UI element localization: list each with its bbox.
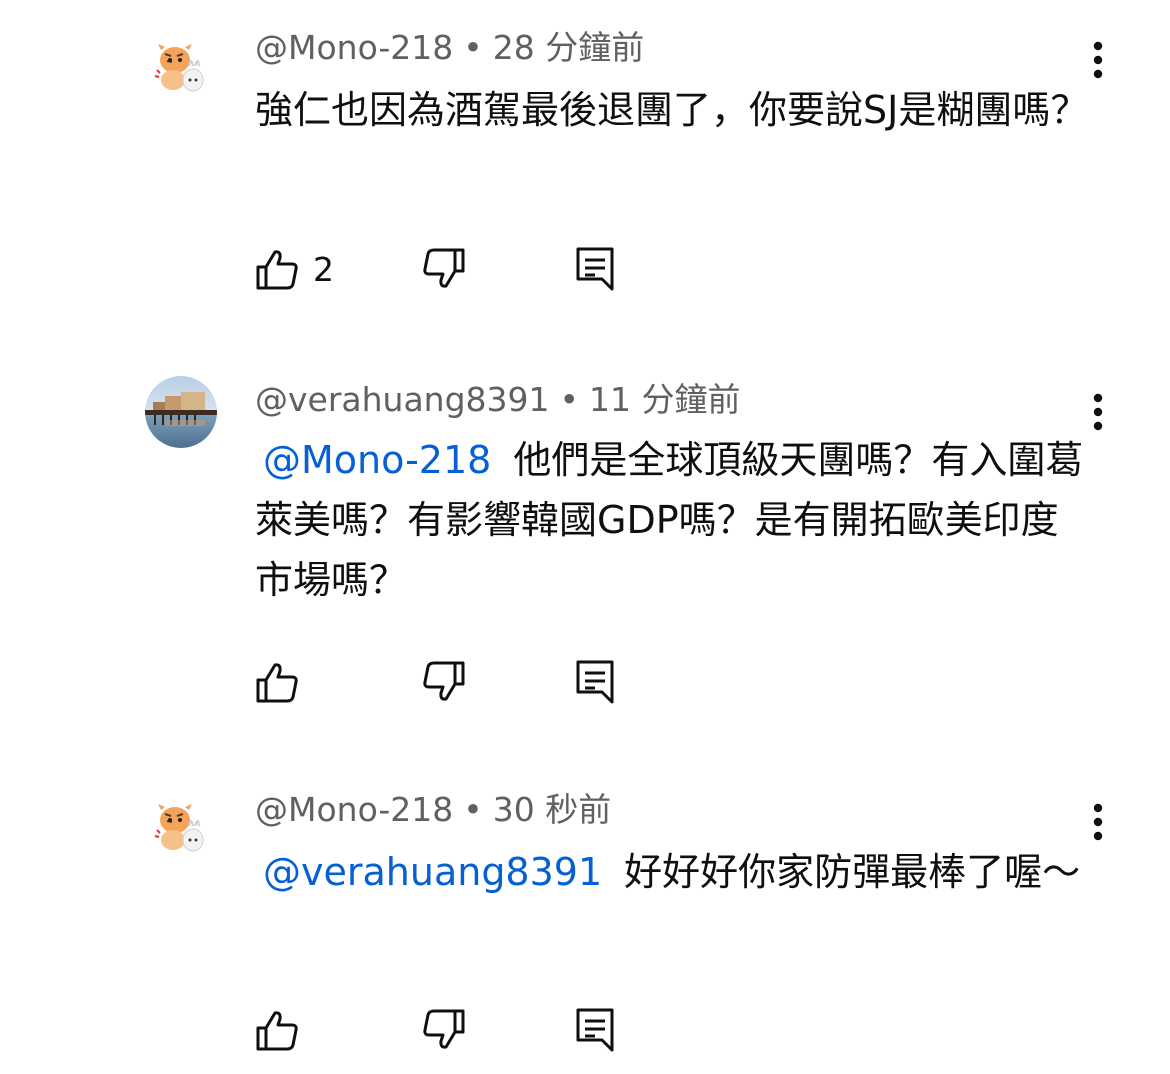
meta-separator: • <box>463 28 483 67</box>
avatar[interactable] <box>145 376 217 448</box>
reply-comment-icon <box>576 1008 614 1052</box>
comment-text: @Mono-218 他們是全球頂級天團嗎？有入圍葛萊美嗎？有影響韓國GDP嗎？是有… <box>255 430 1095 610</box>
comment-time: 28 分鐘前 <box>492 28 645 67</box>
like-button[interactable] <box>255 658 313 706</box>
more-options-button[interactable] <box>1080 798 1116 846</box>
more-options-button[interactable] <box>1080 36 1116 84</box>
dislike-button[interactable] <box>422 245 466 293</box>
comment-meta: @Mono-218 • 28 分鐘前 <box>255 26 644 70</box>
comment-text-content: 好好好你家防彈最棒了喔～ <box>624 850 1081 894</box>
comment-time: 11 分鐘前 <box>589 380 741 419</box>
reply-button[interactable] <box>575 245 615 293</box>
dislike-button[interactable] <box>422 658 466 706</box>
comment-text: 強仁也因為酒駕最後退團了，你要說SJ是糊團嗎？ <box>255 88 1089 132</box>
comment-text: @verahuang8391 好好好你家防彈最棒了喔～ <box>255 842 1095 902</box>
comment-actions <box>255 658 675 706</box>
more-vertical-icon <box>1093 41 1103 79</box>
comment-actions: 2 <box>255 245 675 293</box>
avatar[interactable] <box>145 30 217 102</box>
more-vertical-icon <box>1093 803 1103 841</box>
comment-time: 30 秒前 <box>492 790 612 829</box>
like-count: 2 <box>313 249 334 289</box>
more-vertical-icon <box>1093 393 1103 431</box>
meta-separator: • <box>463 790 483 829</box>
thumbs-down-icon <box>423 248 465 288</box>
reply-button[interactable] <box>575 1006 615 1054</box>
thumbs-up-icon <box>256 663 298 703</box>
mention-link[interactable]: @verahuang8391 <box>263 850 602 894</box>
comment-meta: @Mono-218 • 30 秒前 <box>255 788 611 832</box>
comment-meta: @verahuang8391 • 11 分鐘前 <box>255 378 740 422</box>
avatar[interactable] <box>145 790 217 862</box>
like-button[interactable] <box>255 1006 313 1054</box>
author-name[interactable]: @Mono-218 <box>255 28 453 67</box>
thumbs-down-icon <box>423 1009 465 1049</box>
mention-link[interactable]: @Mono-218 <box>263 438 491 482</box>
comment-actions <box>255 1006 675 1054</box>
thumbs-up-icon <box>256 250 298 290</box>
author-name[interactable]: @verahuang8391 <box>255 380 550 419</box>
like-button[interactable]: 2 <box>255 245 334 293</box>
reply-comment-icon <box>576 660 614 704</box>
thumbs-up-icon <box>256 1011 298 1051</box>
reply-comment-icon <box>576 247 614 291</box>
reply-button[interactable] <box>575 658 615 706</box>
author-name[interactable]: @Mono-218 <box>255 790 453 829</box>
meta-separator: • <box>559 380 579 419</box>
dislike-button[interactable] <box>422 1006 466 1054</box>
more-options-button[interactable] <box>1080 388 1116 436</box>
thumbs-down-icon <box>423 661 465 701</box>
